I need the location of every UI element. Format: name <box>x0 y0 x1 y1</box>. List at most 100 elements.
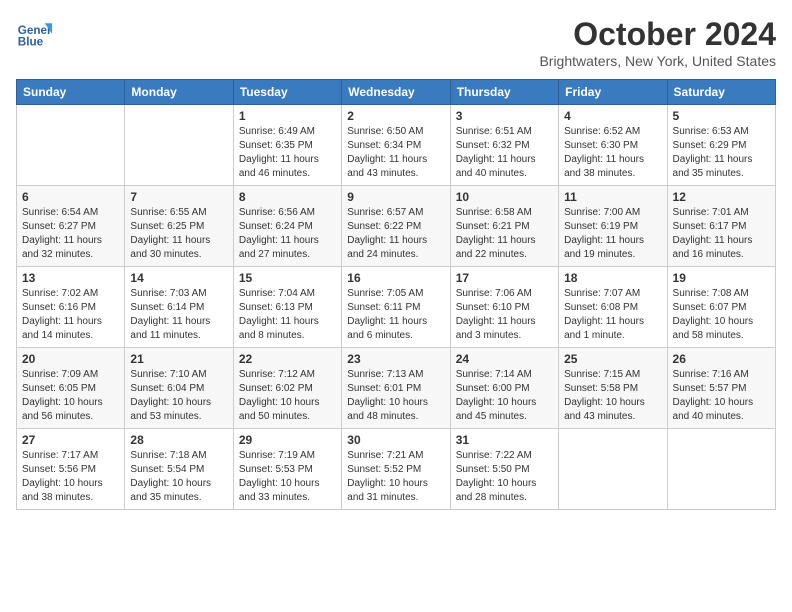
day-detail: Sunrise: 7:06 AMSunset: 6:10 PMDaylight:… <box>456 287 553 343</box>
day-detail: Sunrise: 6:58 AMSunset: 6:21 PMDaylight:… <box>456 206 553 262</box>
day-number: 27 <box>22 433 119 447</box>
day-detail: Sunrise: 7:04 AMSunset: 6:13 PMDaylight:… <box>239 287 336 343</box>
day-detail: Sunrise: 7:03 AMSunset: 6:14 PMDaylight:… <box>130 287 227 343</box>
day-detail: Sunrise: 7:01 AMSunset: 6:17 PMDaylight:… <box>673 206 770 262</box>
calendar-week-row: 1 Sunrise: 6:49 AMSunset: 6:35 PMDayligh… <box>17 105 776 186</box>
day-detail: Sunrise: 6:51 AMSunset: 6:32 PMDaylight:… <box>456 125 553 181</box>
day-number: 26 <box>673 352 770 366</box>
day-detail: Sunrise: 7:12 AMSunset: 6:02 PMDaylight:… <box>239 368 336 424</box>
calendar-day-cell: 24 Sunrise: 7:14 AMSunset: 6:00 PMDaylig… <box>450 348 558 429</box>
day-number: 18 <box>564 271 661 285</box>
calendar-day-cell: 4 Sunrise: 6:52 AMSunset: 6:30 PMDayligh… <box>559 105 667 186</box>
day-number: 23 <box>347 352 444 366</box>
day-detail: Sunrise: 7:14 AMSunset: 6:00 PMDaylight:… <box>456 368 553 424</box>
calendar-day-cell: 1 Sunrise: 6:49 AMSunset: 6:35 PMDayligh… <box>233 105 341 186</box>
calendar-day-cell: 18 Sunrise: 7:07 AMSunset: 6:08 PMDaylig… <box>559 267 667 348</box>
location: Brightwaters, New York, United States <box>539 53 776 69</box>
day-number: 11 <box>564 190 661 204</box>
calendar-header-cell: Tuesday <box>233 80 341 105</box>
calendar-week-row: 6 Sunrise: 6:54 AMSunset: 6:27 PMDayligh… <box>17 186 776 267</box>
day-detail: Sunrise: 7:21 AMSunset: 5:52 PMDaylight:… <box>347 449 444 505</box>
day-detail: Sunrise: 7:13 AMSunset: 6:01 PMDaylight:… <box>347 368 444 424</box>
day-number: 19 <box>673 271 770 285</box>
calendar-day-cell: 31 Sunrise: 7:22 AMSunset: 5:50 PMDaylig… <box>450 429 558 510</box>
day-number: 9 <box>347 190 444 204</box>
day-number: 15 <box>239 271 336 285</box>
calendar-day-cell: 27 Sunrise: 7:17 AMSunset: 5:56 PMDaylig… <box>17 429 125 510</box>
day-number: 5 <box>673 109 770 123</box>
calendar-day-cell: 12 Sunrise: 7:01 AMSunset: 6:17 PMDaylig… <box>667 186 775 267</box>
day-detail: Sunrise: 7:18 AMSunset: 5:54 PMDaylight:… <box>130 449 227 505</box>
calendar-day-cell: 28 Sunrise: 7:18 AMSunset: 5:54 PMDaylig… <box>125 429 233 510</box>
calendar-day-cell <box>667 429 775 510</box>
day-detail: Sunrise: 6:57 AMSunset: 6:22 PMDaylight:… <box>347 206 444 262</box>
day-number: 17 <box>456 271 553 285</box>
calendar-day-cell: 20 Sunrise: 7:09 AMSunset: 6:05 PMDaylig… <box>17 348 125 429</box>
calendar-header-cell: Saturday <box>667 80 775 105</box>
day-detail: Sunrise: 6:55 AMSunset: 6:25 PMDaylight:… <box>130 206 227 262</box>
calendar-header-cell: Friday <box>559 80 667 105</box>
day-detail: Sunrise: 6:49 AMSunset: 6:35 PMDaylight:… <box>239 125 336 181</box>
day-detail: Sunrise: 7:07 AMSunset: 6:08 PMDaylight:… <box>564 287 661 343</box>
calendar-day-cell: 13 Sunrise: 7:02 AMSunset: 6:16 PMDaylig… <box>17 267 125 348</box>
day-detail: Sunrise: 6:54 AMSunset: 6:27 PMDaylight:… <box>22 206 119 262</box>
day-number: 21 <box>130 352 227 366</box>
calendar-header-cell: Thursday <box>450 80 558 105</box>
calendar-day-cell: 25 Sunrise: 7:15 AMSunset: 5:58 PMDaylig… <box>559 348 667 429</box>
logo-icon: General Blue <box>16 16 52 52</box>
title-block: October 2024 Brightwaters, New York, Uni… <box>539 16 776 69</box>
calendar-day-cell: 7 Sunrise: 6:55 AMSunset: 6:25 PMDayligh… <box>125 186 233 267</box>
day-number: 1 <box>239 109 336 123</box>
day-detail: Sunrise: 7:00 AMSunset: 6:19 PMDaylight:… <box>564 206 661 262</box>
calendar-day-cell: 2 Sunrise: 6:50 AMSunset: 6:34 PMDayligh… <box>342 105 450 186</box>
calendar-day-cell: 11 Sunrise: 7:00 AMSunset: 6:19 PMDaylig… <box>559 186 667 267</box>
calendar-day-cell: 6 Sunrise: 6:54 AMSunset: 6:27 PMDayligh… <box>17 186 125 267</box>
day-number: 8 <box>239 190 336 204</box>
day-number: 29 <box>239 433 336 447</box>
calendar-day-cell: 17 Sunrise: 7:06 AMSunset: 6:10 PMDaylig… <box>450 267 558 348</box>
day-detail: Sunrise: 7:10 AMSunset: 6:04 PMDaylight:… <box>130 368 227 424</box>
logo: General Blue <box>16 16 52 52</box>
calendar-day-cell <box>559 429 667 510</box>
calendar-day-cell: 5 Sunrise: 6:53 AMSunset: 6:29 PMDayligh… <box>667 105 775 186</box>
calendar-day-cell: 3 Sunrise: 6:51 AMSunset: 6:32 PMDayligh… <box>450 105 558 186</box>
calendar-header-cell: Wednesday <box>342 80 450 105</box>
day-detail: Sunrise: 7:09 AMSunset: 6:05 PMDaylight:… <box>22 368 119 424</box>
day-detail: Sunrise: 7:22 AMSunset: 5:50 PMDaylight:… <box>456 449 553 505</box>
day-number: 24 <box>456 352 553 366</box>
page-header: General Blue October 2024 Brightwaters, … <box>16 16 776 69</box>
calendar-day-cell: 14 Sunrise: 7:03 AMSunset: 6:14 PMDaylig… <box>125 267 233 348</box>
calendar-day-cell: 10 Sunrise: 6:58 AMSunset: 6:21 PMDaylig… <box>450 186 558 267</box>
calendar-day-cell: 9 Sunrise: 6:57 AMSunset: 6:22 PMDayligh… <box>342 186 450 267</box>
calendar-day-cell: 21 Sunrise: 7:10 AMSunset: 6:04 PMDaylig… <box>125 348 233 429</box>
calendar-week-row: 27 Sunrise: 7:17 AMSunset: 5:56 PMDaylig… <box>17 429 776 510</box>
day-detail: Sunrise: 7:19 AMSunset: 5:53 PMDaylight:… <box>239 449 336 505</box>
calendar-day-cell <box>125 105 233 186</box>
calendar: SundayMondayTuesdayWednesdayThursdayFrid… <box>16 79 776 510</box>
calendar-header-row: SundayMondayTuesdayWednesdayThursdayFrid… <box>17 80 776 105</box>
day-number: 2 <box>347 109 444 123</box>
day-number: 13 <box>22 271 119 285</box>
day-detail: Sunrise: 7:02 AMSunset: 6:16 PMDaylight:… <box>22 287 119 343</box>
day-number: 30 <box>347 433 444 447</box>
day-number: 28 <box>130 433 227 447</box>
calendar-day-cell: 23 Sunrise: 7:13 AMSunset: 6:01 PMDaylig… <box>342 348 450 429</box>
calendar-day-cell: 22 Sunrise: 7:12 AMSunset: 6:02 PMDaylig… <box>233 348 341 429</box>
calendar-day-cell: 30 Sunrise: 7:21 AMSunset: 5:52 PMDaylig… <box>342 429 450 510</box>
day-number: 6 <box>22 190 119 204</box>
day-number: 3 <box>456 109 553 123</box>
day-detail: Sunrise: 7:05 AMSunset: 6:11 PMDaylight:… <box>347 287 444 343</box>
day-detail: Sunrise: 6:56 AMSunset: 6:24 PMDaylight:… <box>239 206 336 262</box>
day-number: 14 <box>130 271 227 285</box>
calendar-day-cell: 19 Sunrise: 7:08 AMSunset: 6:07 PMDaylig… <box>667 267 775 348</box>
day-detail: Sunrise: 7:16 AMSunset: 5:57 PMDaylight:… <box>673 368 770 424</box>
svg-text:Blue: Blue <box>18 36 44 49</box>
calendar-day-cell: 26 Sunrise: 7:16 AMSunset: 5:57 PMDaylig… <box>667 348 775 429</box>
day-detail: Sunrise: 7:15 AMSunset: 5:58 PMDaylight:… <box>564 368 661 424</box>
day-detail: Sunrise: 6:52 AMSunset: 6:30 PMDaylight:… <box>564 125 661 181</box>
day-number: 25 <box>564 352 661 366</box>
day-detail: Sunrise: 6:53 AMSunset: 6:29 PMDaylight:… <box>673 125 770 181</box>
calendar-week-row: 20 Sunrise: 7:09 AMSunset: 6:05 PMDaylig… <box>17 348 776 429</box>
day-number: 16 <box>347 271 444 285</box>
calendar-day-cell: 15 Sunrise: 7:04 AMSunset: 6:13 PMDaylig… <box>233 267 341 348</box>
